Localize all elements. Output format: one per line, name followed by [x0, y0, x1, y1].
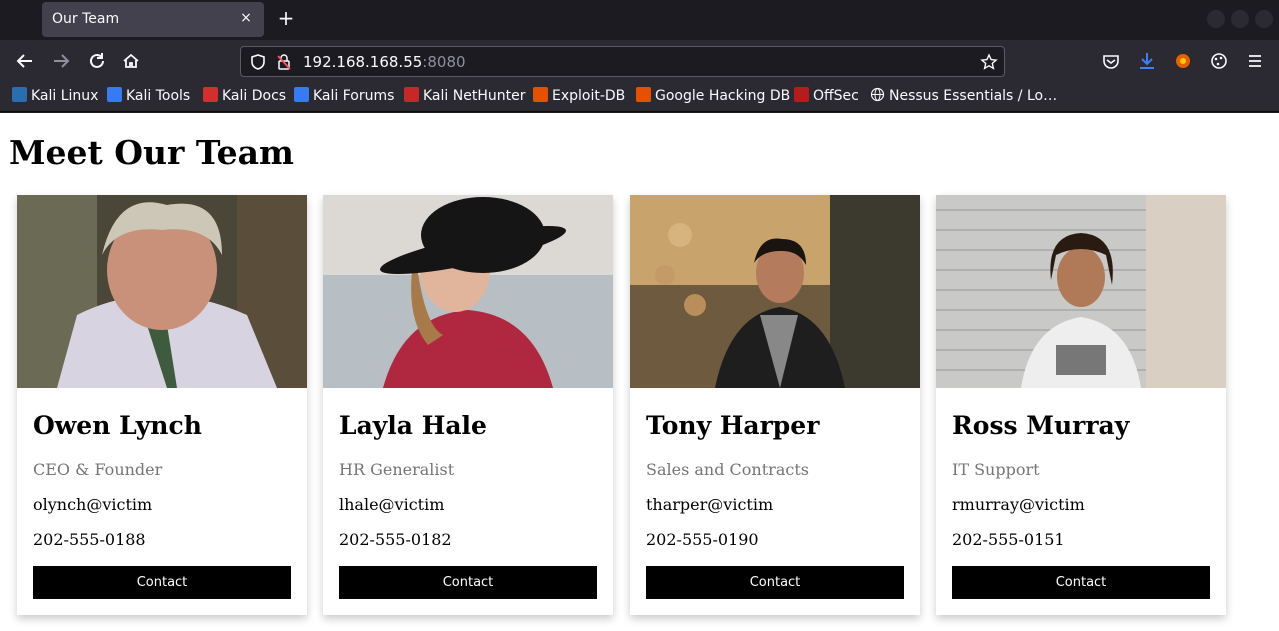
reload-icon[interactable] — [84, 48, 110, 74]
team-card: Ross Murray IT Support rmurray@victim 20… — [936, 195, 1226, 615]
new-tab-button[interactable]: + — [274, 6, 298, 30]
member-name: Owen Lynch — [33, 411, 202, 440]
ghdb-icon — [636, 87, 651, 102]
page-title: Meet Our Team — [9, 133, 294, 172]
offsec-icon — [794, 87, 809, 102]
team-member-photo — [17, 195, 307, 388]
member-role: IT Support — [952, 460, 1040, 479]
kali-tools-icon — [107, 87, 122, 102]
bookmark-label: OffSec — [813, 88, 859, 104]
team-member-photo — [630, 195, 920, 388]
downloads-icon[interactable] — [1134, 48, 1160, 74]
team-card: Layla Hale HR Generalist lhale@victim 20… — [323, 195, 613, 615]
bookmark-kali-forums[interactable]: Kali Forums — [294, 87, 394, 107]
extension-fox-icon[interactable] — [1170, 48, 1196, 74]
bookmark-star-icon[interactable] — [980, 53, 998, 71]
bookmark-label: Kali NetHunter — [423, 88, 526, 104]
bookmark-label: Exploit-DB — [552, 88, 626, 104]
contact-button[interactable]: Contact — [33, 566, 291, 599]
shield-icon[interactable] — [249, 53, 267, 71]
tab-bar: Our Team × + — [0, 0, 1279, 40]
member-email: olynch@victim — [33, 495, 153, 514]
bookmark-label: Kali Forums — [313, 88, 395, 104]
member-email: lhale@victim — [339, 495, 445, 514]
member-role: HR Generalist — [339, 460, 455, 479]
url-bar[interactable]: 192.168.168.55:8080 — [240, 46, 1005, 77]
bookmark-label: Kali Tools — [126, 88, 191, 104]
member-role: Sales and Contracts — [646, 460, 809, 479]
bookmark-kali-nethunter[interactable]: Kali NetHunter — [404, 87, 525, 107]
back-icon[interactable] — [12, 48, 38, 74]
bookmark-kali-linux[interactable]: Kali Linux — [12, 87, 98, 107]
member-phone: 202-555-0182 — [339, 530, 452, 549]
team-member-photo — [936, 195, 1226, 388]
bookmark-kali-tools[interactable]: Kali Tools — [107, 87, 190, 107]
minimize-button[interactable] — [1207, 10, 1225, 28]
bookmark-label: Nessus Essentials / Lo… — [889, 88, 1058, 104]
close-window-button[interactable] — [1255, 10, 1273, 28]
navigation-toolbar: 192.168.168.55:8080 — [0, 40, 1279, 82]
member-email: rmurray@victim — [952, 495, 1085, 514]
bookmark-nessus[interactable]: Nessus Essentials / Lo… — [870, 87, 1057, 107]
insecure-lock-icon[interactable] — [275, 53, 293, 71]
member-name: Tony Harper — [646, 411, 820, 440]
member-name: Layla Hale — [339, 411, 487, 440]
extensions-icon[interactable] — [1206, 48, 1232, 74]
team-member-photo — [323, 195, 613, 388]
pocket-icon[interactable] — [1098, 48, 1124, 74]
page-content: Meet Our Team Owen Lynch CEO & Founder o… — [0, 113, 1279, 631]
tab-our-team[interactable]: Our Team × — [42, 2, 264, 37]
url-port: :8080 — [422, 53, 466, 71]
member-role: CEO & Founder — [33, 460, 163, 479]
tab-close-icon[interactable]: × — [236, 8, 256, 28]
member-phone: 202-555-0188 — [33, 530, 146, 549]
bookmark-label: Google Hacking DB — [655, 88, 791, 104]
contact-button[interactable]: Contact — [646, 566, 904, 599]
url-text[interactable]: 192.168.168.55:8080 — [303, 53, 466, 71]
bookmark-offsec[interactable]: OffSec — [794, 87, 859, 107]
kali-dragon-icon — [12, 87, 27, 102]
kali-nethunter-icon — [404, 87, 419, 102]
member-phone: 202-555-0190 — [646, 530, 759, 549]
exploit-db-icon — [533, 87, 548, 102]
bookmark-label: Kali Linux — [31, 88, 99, 104]
maximize-button[interactable] — [1231, 10, 1249, 28]
bookmark-exploit-db[interactable]: Exploit-DB — [533, 87, 625, 107]
team-card: Tony Harper Sales and Contracts tharper@… — [630, 195, 920, 615]
menu-icon[interactable] — [1242, 48, 1268, 74]
kali-forums-icon — [294, 87, 309, 102]
member-email: tharper@victim — [646, 495, 774, 514]
contact-button[interactable]: Contact — [952, 566, 1210, 599]
contact-button[interactable]: Contact — [339, 566, 597, 599]
team-card: Owen Lynch CEO & Founder olynch@victim 2… — [17, 195, 307, 615]
forward-icon[interactable] — [48, 48, 74, 74]
kali-docs-icon — [203, 87, 218, 102]
home-icon[interactable] — [118, 48, 144, 74]
url-host: 192.168.168.55 — [303, 53, 423, 71]
tab-title: Our Team — [52, 11, 120, 27]
member-name: Ross Murray — [952, 411, 1130, 440]
bookmark-label: Kali Docs — [222, 88, 287, 104]
bookmark-kali-docs[interactable]: Kali Docs — [203, 87, 286, 107]
bookmark-google-hacking-db[interactable]: Google Hacking DB — [636, 87, 790, 107]
bookmarks-toolbar: Kali Linux Kali Tools Kali Docs Kali For… — [0, 82, 1279, 112]
member-phone: 202-555-0151 — [952, 530, 1065, 549]
globe-icon — [870, 87, 885, 102]
